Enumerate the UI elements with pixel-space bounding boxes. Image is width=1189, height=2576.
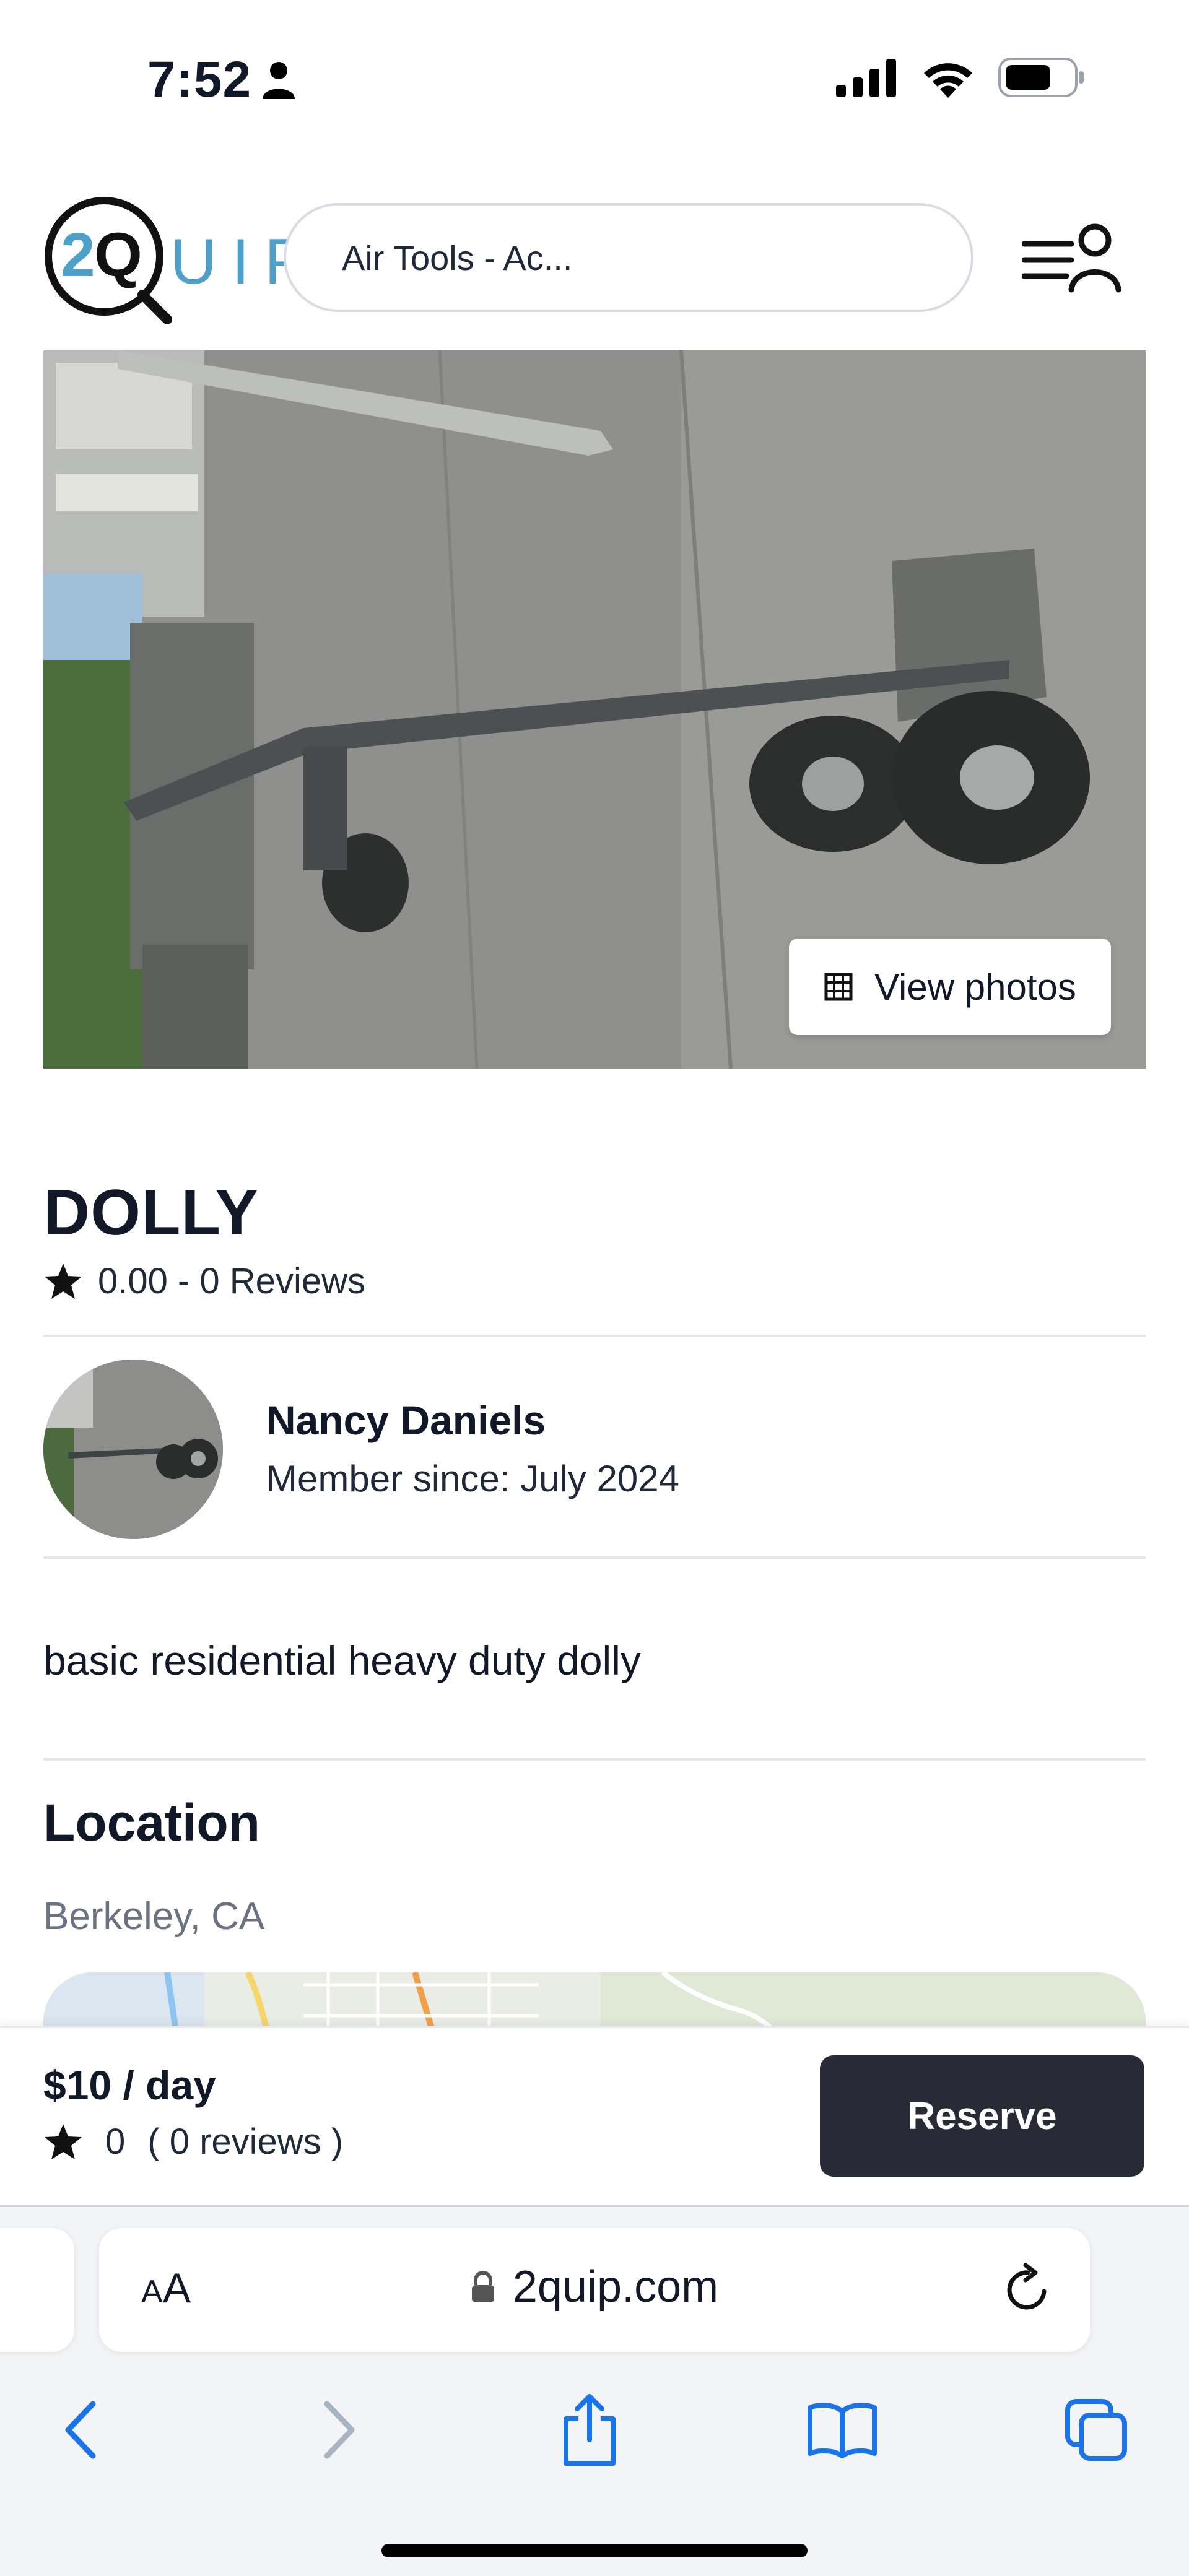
listing-photo[interactable]: View photos xyxy=(43,350,1146,1069)
location-heading: Location xyxy=(43,1793,260,1852)
site-logo[interactable]: 2 Q UIP xyxy=(43,196,307,324)
view-photos-button[interactable]: View photos xyxy=(789,939,1111,1035)
back-icon xyxy=(65,2401,96,2459)
star-icon xyxy=(45,1263,82,1299)
price-per-day: $10 / day xyxy=(43,2062,216,2108)
menu-user-button[interactable] xyxy=(1021,222,1121,296)
owner-member-since: Member since: July 2024 xyxy=(266,1458,679,1499)
site-header: 2 Q UIP Air Tools - Ac... xyxy=(0,186,1189,334)
reload-icon[interactable] xyxy=(1003,2263,1053,2318)
reserve-bar-rating: 0 ( 0 reviews ) xyxy=(43,2121,343,2162)
tabs-button[interactable] xyxy=(1053,2387,1139,2473)
divider xyxy=(43,1556,1146,1559)
location-city: Berkeley, CA xyxy=(43,1895,265,1938)
forward-icon xyxy=(324,2401,355,2459)
battery-icon xyxy=(998,58,1085,100)
home-indicator[interactable] xyxy=(381,2544,808,2557)
tabs-icon xyxy=(1065,2399,1127,2461)
svg-text:2: 2 xyxy=(61,220,95,290)
listing-title: DOLLY xyxy=(43,1177,259,1249)
lock-icon xyxy=(471,2271,494,2302)
search-input[interactable]: Air Tools - Ac... xyxy=(284,203,973,312)
divider xyxy=(43,1335,1146,1337)
status-bar: 7:52 xyxy=(0,0,1189,155)
address-bar[interactable]: AA 2quip.com xyxy=(99,2228,1090,2352)
status-icons xyxy=(836,57,1085,101)
browser-chrome: AA 2quip.com xyxy=(0,2205,1189,2576)
rating-value: 0 xyxy=(105,2122,126,2162)
url-text: 2quip.com xyxy=(512,2262,719,2312)
avatar-image xyxy=(43,1360,223,1539)
logo-mark-icon: 2 Q xyxy=(45,197,172,324)
bookmarks-button[interactable] xyxy=(799,2387,886,2473)
person-icon xyxy=(261,61,296,103)
back-button[interactable] xyxy=(37,2387,124,2473)
share-button[interactable] xyxy=(546,2387,633,2473)
browser-toolbar xyxy=(0,2387,1189,2473)
listing-rating[interactable]: 0.00 - 0 Reviews xyxy=(43,1260,365,1302)
status-time: 7:52 xyxy=(147,51,252,108)
svg-text:Q: Q xyxy=(94,220,142,290)
page: 7:52 2 Q UIP Air Tools - Ac... View phot… xyxy=(0,0,1189,2576)
listing-description: basic residential heavy duty dolly xyxy=(43,1637,641,1683)
divider xyxy=(43,1758,1146,1761)
cellular-signal-icon xyxy=(836,58,898,100)
search-value: Air Tools - Ac... xyxy=(342,238,573,277)
owner-name[interactable]: Nancy Daniels xyxy=(266,1397,546,1444)
wifi-icon xyxy=(920,57,976,101)
reserve-button[interactable]: Reserve xyxy=(820,2055,1144,2177)
reserve-bar: $10 / day 0 ( 0 reviews ) Reserve xyxy=(0,2026,1189,2205)
bookmarks-icon xyxy=(808,2403,877,2458)
view-photos-label: View photos xyxy=(874,966,1076,1008)
previous-tab-preview[interactable] xyxy=(0,2228,74,2352)
owner-avatar[interactable] xyxy=(43,1360,223,1539)
reviews-count: ( 0 reviews ) xyxy=(147,2122,344,2162)
grid-icon xyxy=(824,973,853,1001)
url-display[interactable]: 2quip.com xyxy=(99,2262,1090,2312)
star-icon xyxy=(45,2123,82,2159)
share-icon xyxy=(564,2394,616,2466)
rating-text: 0.00 - 0 Reviews xyxy=(98,1261,365,1301)
forward-button[interactable] xyxy=(296,2387,383,2473)
menu-user-icon xyxy=(1021,223,1121,293)
